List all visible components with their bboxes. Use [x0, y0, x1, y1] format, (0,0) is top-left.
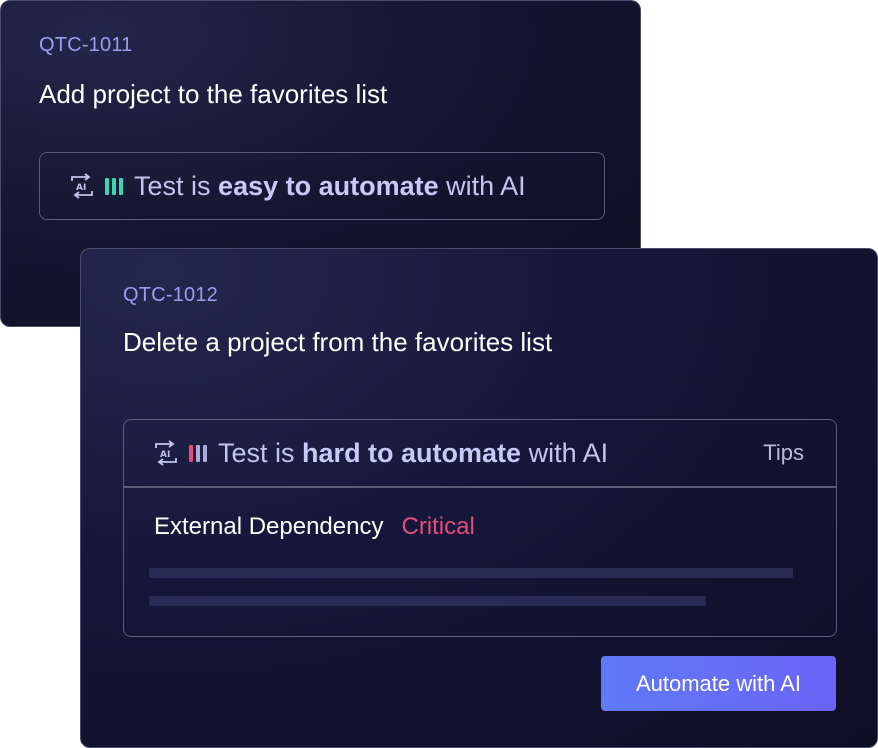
- difficulty-bar: [105, 177, 109, 195]
- dependency-label: External Dependency: [154, 513, 384, 540]
- test-case-id: QTC-1011: [39, 34, 133, 56]
- test-case-title: Delete a project from the favorites list: [123, 327, 553, 357]
- tips-link[interactable]: Tips: [763, 420, 804, 486]
- difficulty-bar: [189, 444, 193, 462]
- svg-text:AI: AI: [76, 183, 86, 193]
- difficulty-bar: [112, 177, 116, 195]
- difficulty-indicator: [105, 177, 123, 195]
- placeholder-line: [149, 568, 793, 578]
- test-case-title: Add project to the favorites list: [39, 79, 388, 109]
- assessment-text: Test is easy to automate with AI: [134, 171, 526, 202]
- difficulty-indicator: [189, 444, 207, 462]
- assessment-row: AI Test is easy to automate with AI: [40, 153, 604, 219]
- test-case-card-qtc-1012[interactable]: QTC-1012 Delete a project from the favor…: [80, 248, 878, 748]
- divider: [124, 486, 836, 488]
- automate-with-ai-button[interactable]: Automate with AI: [601, 656, 836, 711]
- assessment-prefix: Test is: [134, 170, 211, 201]
- difficulty-bar: [119, 177, 123, 195]
- svg-text:AI: AI: [160, 450, 170, 460]
- difficulty-bar: [203, 444, 207, 462]
- automation-assessment: AI Test is hard to automate with AI Tips…: [123, 419, 837, 637]
- ai-sync-icon: AI: [155, 440, 177, 466]
- assessment-row: AI Test is hard to automate with AI: [124, 420, 836, 486]
- test-case-id: QTC-1012: [123, 284, 218, 306]
- assessment-level: hard to automate: [302, 437, 522, 468]
- difficulty-bar: [196, 444, 200, 462]
- assessment-suffix: with AI: [446, 170, 526, 201]
- assessment-level: easy to automate: [218, 170, 439, 201]
- placeholder-line: [149, 596, 706, 606]
- assessment-prefix: Test is: [218, 437, 295, 468]
- ai-sync-icon: AI: [71, 173, 93, 199]
- dependency-row: External Dependency Critical: [154, 513, 475, 541]
- assessment-suffix: with AI: [528, 437, 609, 468]
- assessment-text: Test is hard to automate with AI: [218, 438, 608, 469]
- stage: QTC-1011 Add project to the favorites li…: [0, 0, 878, 748]
- automation-assessment: AI Test is easy to automate with AI: [39, 152, 605, 220]
- dependency-severity: Critical: [401, 513, 475, 540]
